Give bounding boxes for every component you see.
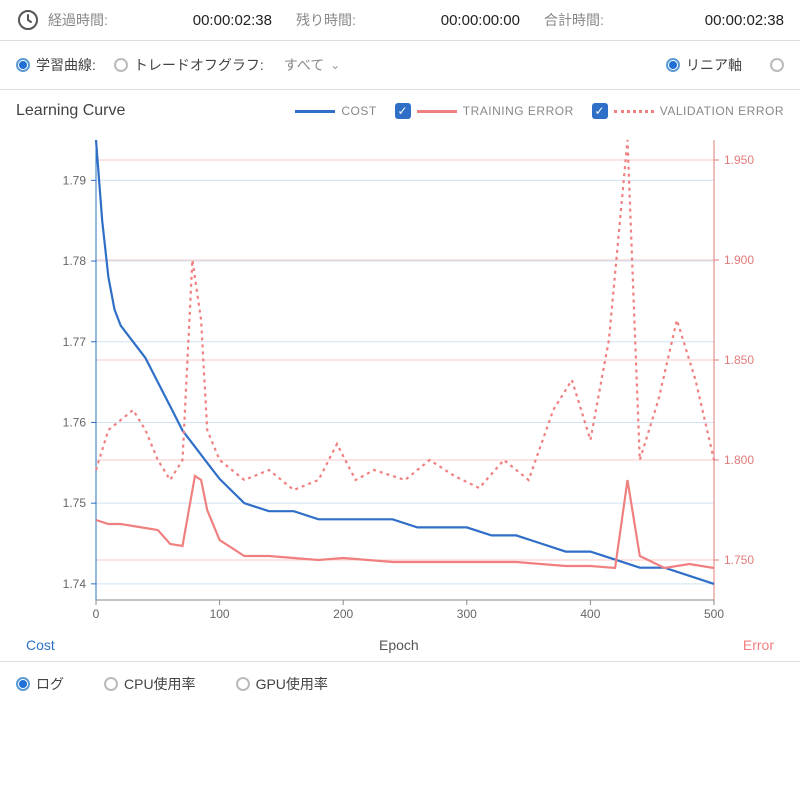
svg-text:1.76: 1.76 xyxy=(63,415,87,429)
line-swatch xyxy=(417,110,457,113)
radio-icon xyxy=(104,677,118,691)
filter-dropdown[interactable]: すべて ⌄ xyxy=(284,55,341,75)
legend-training[interactable]: ✓TRAINING ERROR xyxy=(395,103,574,119)
svg-text:200: 200 xyxy=(333,607,353,621)
elapsed-label: 経過時間: xyxy=(48,10,108,30)
y-right-label: Error xyxy=(743,637,774,653)
radio-icon xyxy=(666,58,680,72)
checkbox-icon: ✓ xyxy=(592,103,608,119)
svg-text:100: 100 xyxy=(210,607,230,621)
checkbox-icon: ✓ xyxy=(395,103,411,119)
svg-text:1.900: 1.900 xyxy=(724,253,754,267)
svg-text:1.77: 1.77 xyxy=(63,335,87,349)
legend-validation[interactable]: ✓VALIDATION ERROR xyxy=(592,103,784,119)
tab-learning-curve[interactable]: 学習曲線: xyxy=(16,55,96,75)
radio-icon xyxy=(236,677,250,691)
y-left-label: Cost xyxy=(26,637,55,653)
remaining-value: 00:00:00:00 xyxy=(441,12,520,29)
radio-icon xyxy=(16,58,30,72)
remaining-label: 残り時間: xyxy=(296,10,356,30)
view-options-bar: 学習曲線: トレードオフグラフ: すべて ⌄ リニア軸 xyxy=(0,41,800,90)
dropdown-value: すべて xyxy=(284,55,324,75)
tab-linear-axis[interactable]: リニア軸 xyxy=(666,55,742,75)
line-swatch xyxy=(295,110,335,113)
learning-curve-chart: 1.74 1.75 1.76 1.77 1.78 1.79 1.750 1.800 1.850 1… xyxy=(16,130,784,630)
chevron-down-icon: ⌄ xyxy=(330,58,340,72)
time-bar: 経過時間: 00:00:02:38 残り時間: 00:00:00:00 合計時間: 0… xyxy=(0,0,800,41)
svg-text:1.850: 1.850 xyxy=(724,353,754,367)
svg-text:1.74: 1.74 xyxy=(63,577,87,591)
svg-text:400: 400 xyxy=(580,607,600,621)
total-value: 00:00:02:38 xyxy=(705,12,784,29)
svg-text:1.78: 1.78 xyxy=(63,254,87,268)
tab-tradeoff-graph[interactable]: トレードオフグラフ: xyxy=(114,55,264,75)
bottom-tabs: ログ CPU使用率 GPU使用率 xyxy=(0,661,800,706)
tab-gpu[interactable]: GPU使用率 xyxy=(236,674,328,694)
svg-text:1.79: 1.79 xyxy=(63,173,87,187)
svg-text:0: 0 xyxy=(93,607,100,621)
x-axis-label: Epoch xyxy=(379,637,419,653)
chart-panel: Learning Curve COST ✓TRAINING ERROR ✓VAL… xyxy=(0,90,800,661)
elapsed-value: 00:00:02:38 xyxy=(193,12,272,29)
svg-text:1.750: 1.750 xyxy=(724,553,754,567)
radio-icon xyxy=(16,677,30,691)
total-label: 合計時間: xyxy=(544,10,604,30)
svg-text:300: 300 xyxy=(457,607,477,621)
radio-icon xyxy=(114,58,128,72)
svg-text:1.950: 1.950 xyxy=(724,153,754,167)
clock-icon xyxy=(16,8,40,32)
tab-cpu[interactable]: CPU使用率 xyxy=(104,674,196,694)
svg-text:1.75: 1.75 xyxy=(63,496,87,510)
chart-title: Learning Curve xyxy=(16,102,125,120)
svg-text:1.800: 1.800 xyxy=(724,453,754,467)
tab-label: 学習曲線: xyxy=(36,55,96,75)
legend-cost[interactable]: COST xyxy=(295,104,376,118)
svg-text:500: 500 xyxy=(704,607,724,621)
chart-legend: COST ✓TRAINING ERROR ✓VALIDATION ERROR xyxy=(295,103,784,119)
tab-log[interactable]: ログ xyxy=(16,674,64,694)
tab-label: リニア軸 xyxy=(686,55,742,75)
radio-icon[interactable] xyxy=(770,58,784,72)
line-swatch xyxy=(614,110,654,113)
tab-label: トレードオフグラフ: xyxy=(134,55,264,75)
